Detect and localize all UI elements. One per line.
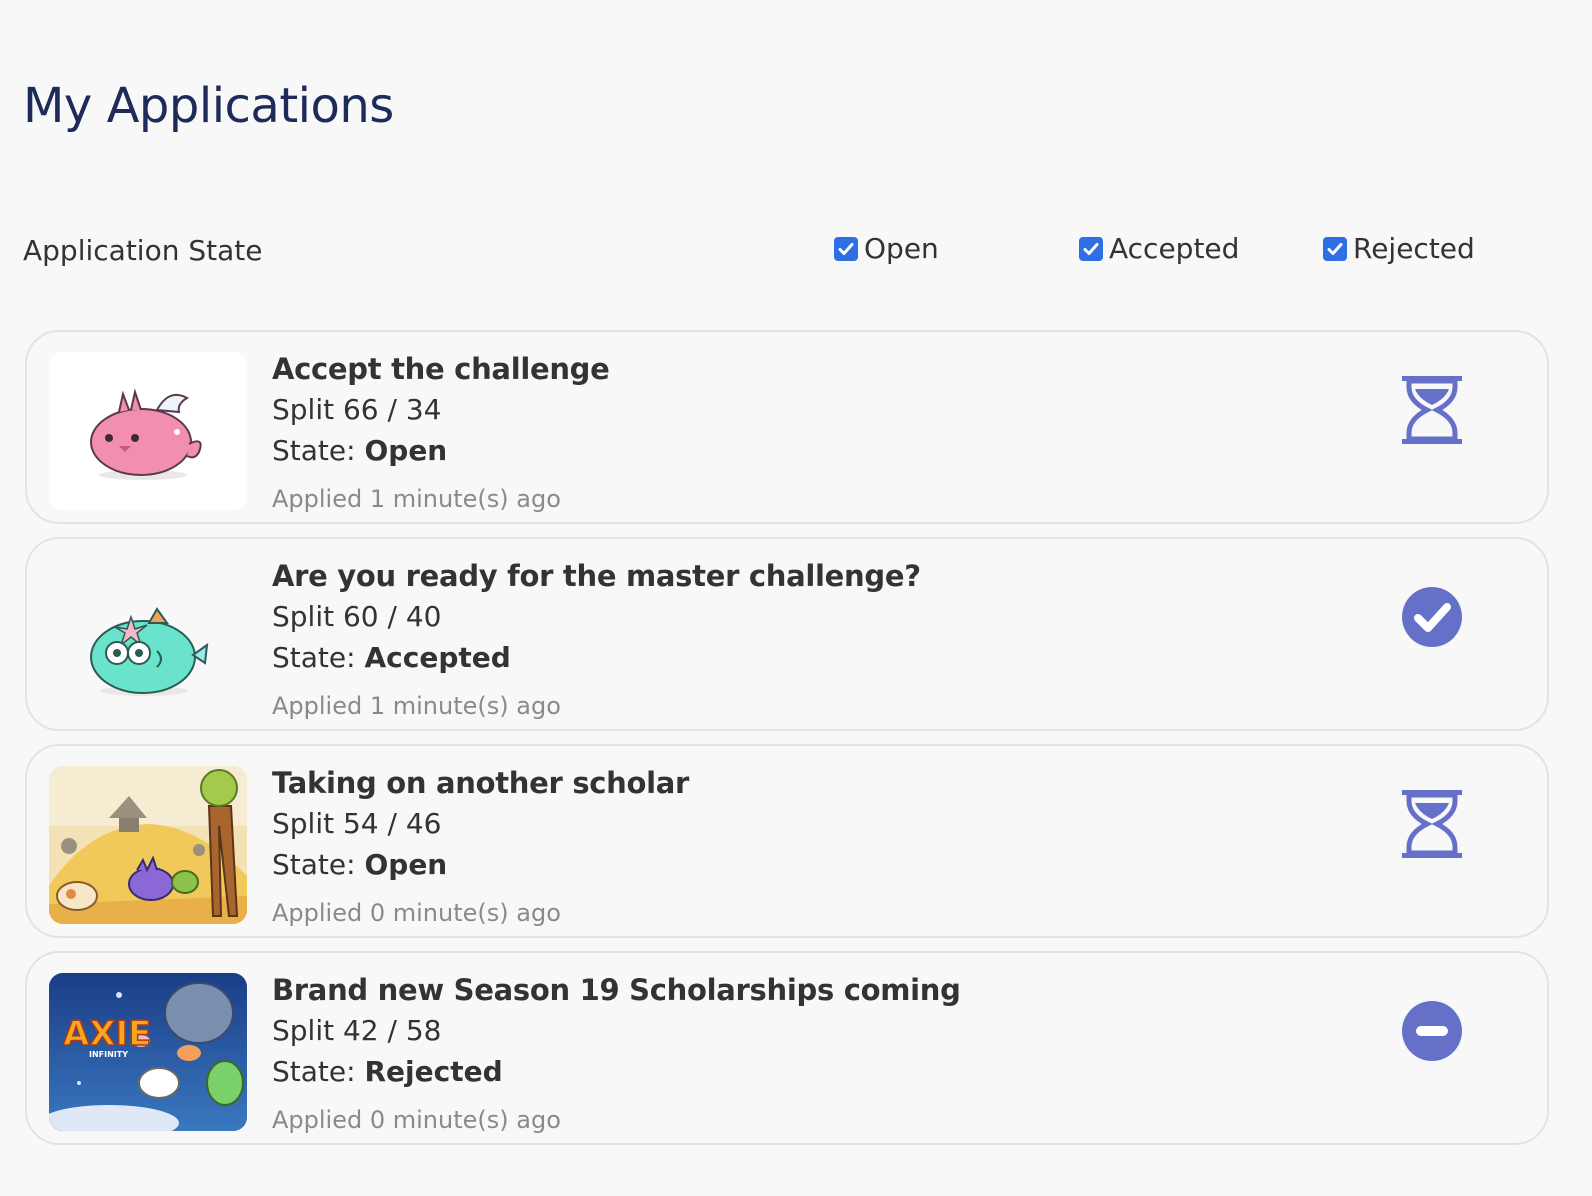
application-state: State: Open xyxy=(272,430,610,471)
application-applied-time: Applied 1 minute(s) ago xyxy=(272,485,561,513)
application-card[interactable]: AXIE INFINITY Brand new Season 19 Schola… xyxy=(25,951,1549,1145)
state-prefix: State: xyxy=(272,848,356,881)
application-state: State: Rejected xyxy=(272,1051,961,1092)
open-label: Open xyxy=(864,232,939,265)
application-applied-time: Applied 0 minute(s) ago xyxy=(272,899,561,927)
rejected-label: Rejected xyxy=(1353,232,1475,265)
application-split: Split 42 / 58 xyxy=(272,1014,442,1047)
application-title[interactable]: Are you ready for the master challenge? xyxy=(272,556,921,596)
accepted-label: Accepted xyxy=(1109,232,1240,265)
application-applied-time: Applied 1 minute(s) ago xyxy=(272,692,561,720)
hourglass-icon xyxy=(1402,376,1462,444)
state-prefix: State: xyxy=(272,641,356,674)
state-value: Rejected xyxy=(364,1055,503,1088)
application-title[interactable]: Accept the challenge xyxy=(272,349,610,389)
axie-infinity-banner: AXIE INFINITY xyxy=(49,973,247,1131)
axie-logo-subtext: INFINITY xyxy=(89,1050,128,1059)
filter-open[interactable]: Open xyxy=(834,232,939,265)
application-state: State: Open xyxy=(272,844,689,885)
axie-logo-text: AXIE xyxy=(63,1014,151,1054)
minus-circle-icon xyxy=(1402,1001,1462,1061)
hourglass-icon xyxy=(1402,790,1462,858)
state-prefix: State: xyxy=(272,434,356,467)
state-value: Open xyxy=(364,848,448,881)
state-value: Open xyxy=(364,434,448,467)
application-split: Split 60 / 40 xyxy=(272,600,442,633)
application-card[interactable]: Accept the challenge Split 66 / 34 State… xyxy=(25,330,1549,524)
filter-rejected[interactable]: Rejected xyxy=(1323,232,1475,265)
game-scene-image xyxy=(49,766,247,924)
application-state: State: Accepted xyxy=(272,637,921,678)
application-title[interactable]: Brand new Season 19 Scholarships coming xyxy=(272,970,961,1010)
page-title: My Applications xyxy=(23,78,394,134)
application-card[interactable]: Taking on another scholar Split 54 / 46 … xyxy=(25,744,1549,938)
application-title[interactable]: Taking on another scholar xyxy=(272,763,689,803)
filter-accepted[interactable]: Accepted xyxy=(1079,232,1239,265)
application-split: Split 66 / 34 xyxy=(272,393,442,426)
state-prefix: State: xyxy=(272,1055,356,1088)
application-applied-time: Applied 0 minute(s) ago xyxy=(272,1106,561,1134)
accepted-checkbox[interactable] xyxy=(1079,236,1103,261)
application-card[interactable]: Are you ready for the master challenge? … xyxy=(25,537,1549,731)
state-value: Accepted xyxy=(364,641,511,674)
pink-axie-icon xyxy=(49,352,247,510)
check-circle-icon xyxy=(1402,587,1462,647)
rejected-checkbox[interactable] xyxy=(1323,236,1347,261)
application-state-label: Application State xyxy=(23,234,263,267)
open-checkbox[interactable] xyxy=(834,236,858,261)
application-split: Split 54 / 46 xyxy=(272,807,442,840)
teal-axie-icon xyxy=(49,559,247,717)
